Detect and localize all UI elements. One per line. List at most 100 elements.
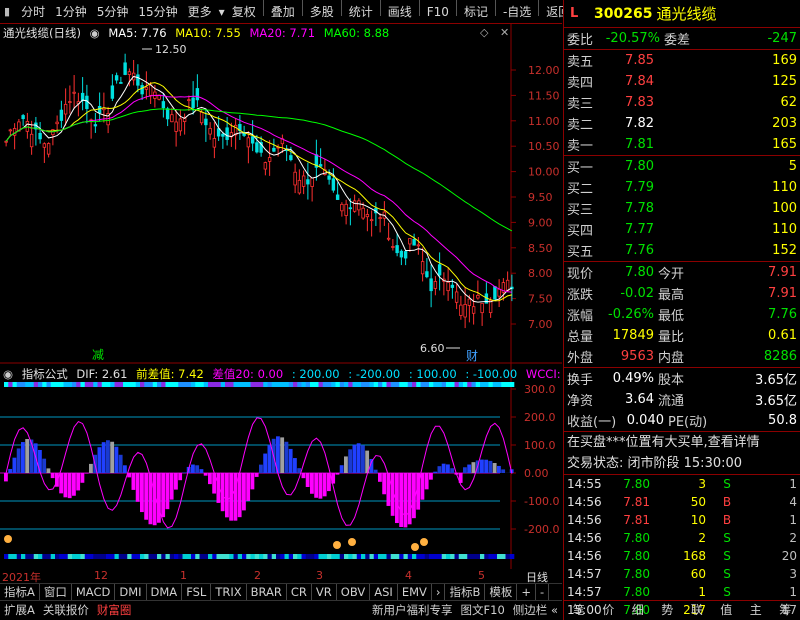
indicator-tab[interactable]: 窗口 [40,584,72,600]
panel-tab[interactable]: 值 [712,601,742,620]
panel-tab[interactable]: 联 [682,601,712,620]
divider [379,0,381,16]
diamond-icon[interactable]: ◇ [480,26,488,39]
signal-strip [254,382,260,387]
indicator-tab[interactable]: TRIX [211,584,247,600]
histogram-bar [322,473,327,497]
new-user-benefit-link[interactable]: 新用户福利专享 [368,601,457,620]
panel-tab[interactable]: 细 [623,601,653,620]
signal-strip [199,382,205,387]
signal-strip [480,382,485,387]
panel-tab[interactable]: 主 [741,601,771,620]
tab-wealth-circle[interactable]: 财富圈 [93,601,136,620]
indicator-tab[interactable]: ASI [370,584,398,600]
remove-watchlist-button[interactable]: -自选 [498,0,536,24]
indicator-tab[interactable]: DMI [115,584,147,600]
indicator-tab[interactable]: - [536,584,550,600]
tab-extension[interactable]: 扩展A [0,601,39,620]
signal-strip [8,554,13,559]
candle-body [403,251,408,259]
histogram-bar [280,437,285,473]
asks-row[interactable]: 卖二 7.82 203 [564,113,800,134]
histogram-bar [225,473,229,518]
indicator-tab[interactable]: CR [287,584,312,600]
signal-strip [412,382,417,387]
asks-row[interactable]: 卖一 7.81 165 [564,134,800,155]
level-200-label: : -200.00 [348,367,401,381]
bids-row[interactable]: 买五 7.76 152 [564,240,800,261]
multi-stock-button[interactable]: 多股 [305,0,339,24]
high-label: 12.50 [155,43,187,56]
asks-row[interactable]: 卖三 7.83 62 [564,92,800,113]
tab-15min[interactable]: 15分钟 [133,0,182,24]
tab-5min[interactable]: 5分钟 [92,0,134,24]
indicator-tab[interactable]: VR [312,584,337,600]
big-order-notice[interactable]: 在买盘***位置有大买单,查看详情 [564,432,800,453]
panel-tab[interactable]: 筹 [771,601,800,620]
stat-value: 0.61 [768,328,797,343]
tick-price: 7.80 [623,567,650,581]
f10-graphic-link[interactable]: 图文F10 [457,601,509,620]
candle-body [289,155,293,161]
indicator-tab[interactable]: DMA [147,584,183,600]
tab-timeshare[interactable]: 分时 [16,0,50,24]
indicator-tab[interactable]: 指标A [0,584,40,600]
indicator-tab[interactable]: 指标B [445,584,486,600]
close-icon[interactable]: ✕ [500,26,509,39]
dif-label: DIF: 2.61 [76,367,128,381]
indicator-tab[interactable]: EMV [398,584,432,600]
signal-strip [25,382,30,387]
tab-more[interactable]: 更多 [183,0,217,24]
indicator-tabs: 指标A 窗口 MACD DMI DMA FSL TRIX BRAR CR VR OBV ASI EMV ›… [0,583,562,600]
sidebar-toggle[interactable]: 侧边栏 « [509,601,562,620]
signal-strip [497,554,502,559]
signal-strip [356,382,362,387]
indicator-tab[interactable]: OBV [337,584,371,600]
bids-row[interactable]: 买四 7.77 110 [564,219,800,240]
menu-icon[interactable]: ▮ [0,5,16,18]
ma-settings-icon[interactable]: ◉ [90,26,100,40]
candle-body [318,164,323,167]
bids-row[interactable]: 买三 7.78 100 [564,198,800,219]
indicator-settings-icon[interactable]: ◉ [3,367,13,381]
tab-1min[interactable]: 1分钟 [50,0,92,24]
signal-strip [178,554,183,559]
indicator-tab[interactable]: + [517,584,537,600]
overlay-button[interactable]: 叠加 [266,0,300,24]
y-tick-label: 10.00 [528,166,560,179]
tick-time: 14:56 [567,531,602,545]
signal-strip [263,554,268,559]
tick-list[interactable]: 14:55 7.80 3 S 1 14:56 7.81 50 B 4 14:56 7.81 10 B 1 14… [564,475,800,619]
bids-price: 7.76 [625,243,654,258]
histogram-bar [97,447,102,473]
candle-body [178,118,183,132]
tab-related-quotes[interactable]: 关联报价 [39,601,93,620]
asks-row[interactable]: 卖五 7.85 169 [564,50,800,71]
bids-row[interactable]: 买一 7.80 5 [564,156,800,177]
chart-area[interactable]: 12.00 11.50 11.00 10.50 10.00 9.50 9.00 8.50 8.0… [0,24,562,569]
signal-strip [420,382,426,387]
adjust-button[interactable]: 复权 [227,0,261,24]
indicator-tab[interactable]: MACD [72,584,116,600]
panel-tab[interactable]: 势 [653,601,683,620]
chevron-down-icon[interactable]: ▾ [217,0,227,24]
histogram-bar [284,441,289,473]
asks-row[interactable]: 卖四 7.84 125 [564,71,800,92]
indicator-tab[interactable]: › [432,584,446,600]
draw-line-button[interactable]: 画线 [383,0,417,24]
indicator-tab[interactable]: 模板 [485,584,518,600]
mark-button[interactable]: 标记 [459,0,493,24]
candle-body [331,178,336,191]
level-100-label: : -100.00 [465,367,518,381]
signal-strip [157,382,162,387]
kline-chart[interactable]: 12.00 11.50 11.00 10.50 10.00 9.50 9.00 8.50 8.0… [0,24,562,569]
panel-tab[interactable]: 笔 [564,601,594,620]
stats-button[interactable]: 统计 [344,0,378,24]
bids-row[interactable]: 买二 7.79 110 [564,177,800,198]
histogram-bar [101,442,106,473]
candle-body [4,140,8,143]
panel-tab[interactable]: 价 [594,601,624,620]
f10-button[interactable]: F10 [422,0,454,24]
indicator-tab[interactable]: FSL [182,584,212,600]
indicator-tab[interactable]: BRAR [247,584,287,600]
